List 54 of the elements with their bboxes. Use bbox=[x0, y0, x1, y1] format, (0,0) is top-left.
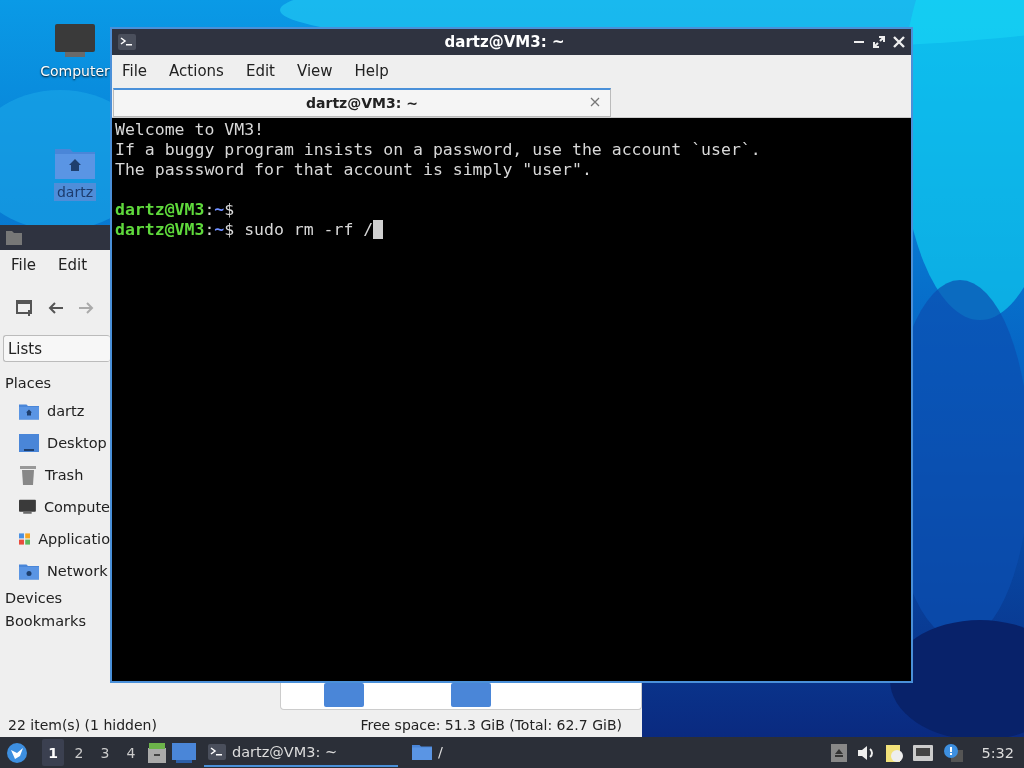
menu-item[interactable]: Actions bbox=[169, 60, 224, 82]
terminal-icon bbox=[118, 34, 136, 50]
network-icon[interactable] bbox=[913, 744, 934, 761]
sidebar-section-title[interactable]: Devices bbox=[0, 587, 110, 610]
terminal-icon bbox=[208, 743, 226, 760]
start-menu-icon[interactable] bbox=[6, 741, 28, 764]
sidebar-item[interactable]: Desktop bbox=[0, 427, 110, 459]
desktop-icon[interactable] bbox=[172, 742, 196, 763]
menu-item[interactable]: Edit bbox=[58, 254, 88, 276]
sidebar-section-title[interactable]: Places bbox=[0, 372, 110, 395]
menu-item[interactable]: File bbox=[11, 254, 37, 276]
sidebar-item[interactable]: dartz bbox=[0, 395, 110, 427]
clock[interactable]: 5:32 bbox=[981, 744, 1014, 761]
sidebar-item[interactable]: Network bbox=[0, 555, 110, 587]
free-space-text: Free space: 51.3 GiB (Total: 62.7 GiB) bbox=[360, 716, 622, 733]
menu-item[interactable]: Help bbox=[354, 60, 389, 82]
menu-item[interactable]: View bbox=[296, 60, 333, 82]
new-window-icon[interactable] bbox=[16, 299, 34, 316]
terminal-prompt-line: dartz@VM3:~$ bbox=[115, 200, 236, 220]
restore-icon[interactable] bbox=[873, 36, 885, 48]
sidebar-item[interactable]: Compute bbox=[0, 491, 110, 523]
folder-icon bbox=[412, 743, 432, 760]
sidebar-section-title[interactable]: Bookmarks bbox=[0, 610, 110, 633]
window-title: dartz@VM3: ~ bbox=[443, 33, 566, 51]
taskbar-task[interactable]: / bbox=[408, 738, 518, 767]
eject-icon[interactable] bbox=[831, 743, 848, 762]
terminal-line: The passsword for that account is simply "user". bbox=[115, 160, 593, 180]
terminal-line: If a buggy program insists on a password, use the account `user`. bbox=[115, 140, 762, 160]
network-folder-icon bbox=[19, 562, 39, 580]
volume-icon[interactable] bbox=[857, 744, 876, 761]
status-text: 22 item(s) (1 hidden) bbox=[8, 716, 157, 733]
location-mode-dropdown[interactable]: Lists bbox=[3, 335, 110, 362]
menu-item[interactable]: File bbox=[122, 60, 148, 82]
terminal-prompt-line: dartz@VM3:~$ sudo rm -rf / bbox=[115, 220, 908, 240]
file-cabinet-icon[interactable] bbox=[146, 741, 168, 764]
menu-item[interactable]: Edit bbox=[245, 60, 275, 82]
clipboard-icon[interactable] bbox=[885, 742, 904, 763]
terminal-line: Welcome to VM3! bbox=[115, 120, 265, 140]
notification-icon[interactable] bbox=[943, 743, 964, 762]
taskbar-task[interactable]: dartz@VM3: ~ bbox=[204, 738, 398, 767]
home-folder-icon bbox=[19, 402, 39, 420]
back-arrow-icon[interactable] bbox=[48, 300, 64, 315]
terminal-tab[interactable]: dartz@VM3: ~ bbox=[113, 88, 611, 117]
applications-icon bbox=[19, 530, 31, 548]
computer-icon bbox=[19, 498, 36, 516]
desktop-icon bbox=[19, 434, 39, 452]
sidebar-item[interactable]: Trash bbox=[0, 459, 110, 491]
workspace-button[interactable]: 2 bbox=[68, 739, 90, 766]
sidebar-item[interactable]: Applicatio bbox=[0, 523, 110, 555]
computer-icon bbox=[55, 24, 95, 58]
trash-icon bbox=[19, 465, 37, 485]
workspace-button[interactable]: 1 bbox=[42, 739, 64, 766]
workspace-button[interactable]: 4 bbox=[120, 739, 142, 766]
workspace-button[interactable]: 3 bbox=[94, 739, 116, 766]
